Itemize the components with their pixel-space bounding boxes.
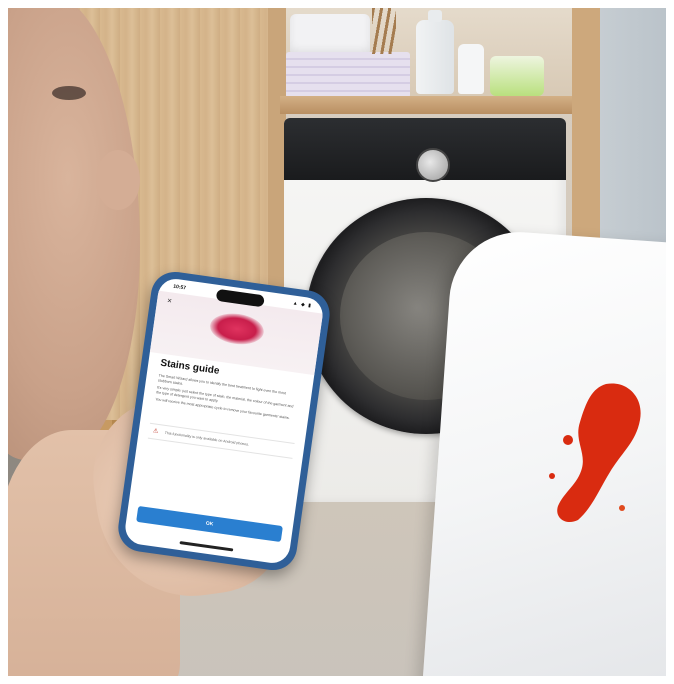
storage-basket xyxy=(286,52,410,98)
notice-row: ⚠ This functionality is only available o… xyxy=(147,422,295,459)
reed-diffuser xyxy=(372,8,396,54)
eye xyxy=(52,86,86,100)
stain-drop xyxy=(549,473,555,479)
small-bottle xyxy=(458,44,484,94)
tomato-stain xyxy=(549,383,641,523)
notice-text: This functionality is only available on … xyxy=(164,430,250,447)
warning-icon: ⚠ xyxy=(152,428,159,435)
home-indicator xyxy=(179,541,234,552)
washer-control-panel xyxy=(284,118,566,182)
stain-drop xyxy=(619,505,625,511)
smartphone: 10:57 ▲ ◆ ▮ × Stains guide The Smart Wiz… xyxy=(115,268,333,574)
close-icon[interactable]: × xyxy=(167,296,173,306)
description: The Smart Wizard allows you to identify … xyxy=(155,373,298,423)
nose xyxy=(96,150,140,210)
detergent-bottle xyxy=(416,10,454,94)
ok-button[interactable]: OK xyxy=(136,505,283,543)
photo-scene: 10:57 ▲ ◆ ▮ × Stains guide The Smart Wiz… xyxy=(0,0,674,684)
towels xyxy=(290,14,370,56)
stain-drop xyxy=(563,435,573,445)
status-time: 10:57 xyxy=(172,283,187,292)
shelf xyxy=(280,96,580,114)
stain-illustration xyxy=(208,310,266,348)
signal-icon: ▲ ◆ ▮ xyxy=(292,300,313,310)
green-jar xyxy=(490,56,544,96)
stain-blob xyxy=(557,383,641,523)
washer-knob xyxy=(416,148,450,182)
